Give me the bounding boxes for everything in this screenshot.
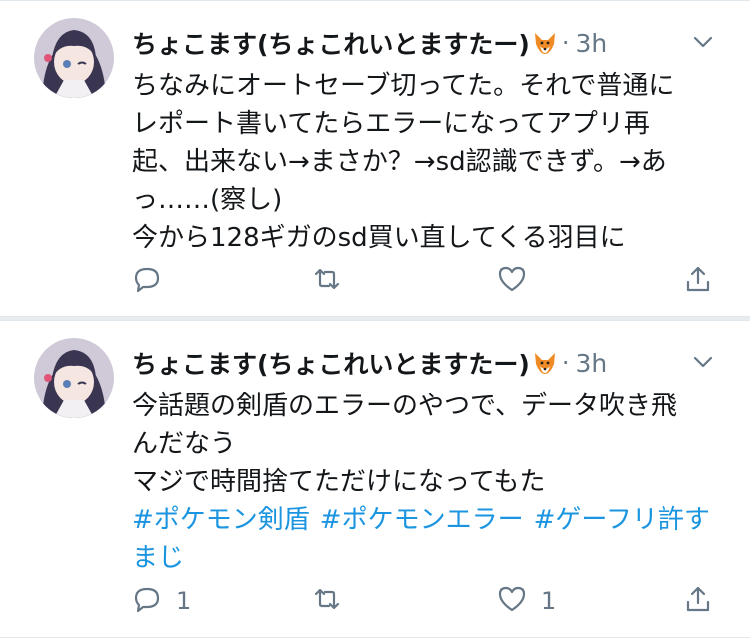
tweet-line: 今話題の剣盾のエラーのやつで、データ吹き飛 (132, 391, 677, 421)
share-icon (683, 584, 713, 618)
author-name[interactable]: ちょこます(ちょこれいとますたー) (132, 25, 530, 61)
share-button[interactable] (683, 583, 713, 619)
tweet-line: っ……(察し) (132, 185, 283, 215)
dot-separator: · (561, 349, 570, 377)
share-icon (683, 264, 713, 298)
tweet-line: ちなみにオートセーブ切ってた。それで普通に (132, 71, 675, 101)
tweet-2[interactable]: ちょこます(ちょこれいとますたー) · 3h 今話題の剣盾のエラーのやつで、デー… (0, 320, 750, 638)
fox-emoji-icon (532, 350, 558, 376)
tweet-line: 今から128ギガのsd買い直してくる羽目に (132, 223, 626, 253)
reply-icon (132, 584, 162, 618)
tweet-line: レポート書いてたらエラーになってアプリ再 (132, 109, 650, 139)
hashtag-line: まじ (132, 539, 732, 577)
like-icon (497, 584, 527, 618)
tweet-line: んだなう (132, 429, 237, 459)
dot-separator: · (561, 29, 570, 57)
hashtag-link-continuation[interactable]: まじ (132, 543, 184, 573)
timestamp[interactable]: 3h (576, 29, 608, 58)
timestamp[interactable]: 3h (576, 349, 608, 378)
author-name[interactable]: ちょこます(ちょこれいとますたー) (132, 345, 530, 381)
caret-down-icon[interactable] (690, 349, 716, 375)
tweet-text: 今話題の剣盾のエラーのやつで、データ吹き飛 んだなう マジで時間捨てただけになっ… (132, 387, 732, 577)
fox-emoji-icon (532, 30, 558, 56)
like-count: 1 (541, 587, 557, 615)
retweet-button[interactable] (312, 263, 342, 299)
avatar[interactable] (34, 338, 114, 418)
tweet-text: ちなみにオートセーブ切ってた。それで普通に レポート書いてたらエラーになってアプ… (132, 67, 732, 257)
like-icon (497, 264, 527, 298)
hashtag-link[interactable]: #ゲーフリ許す (534, 505, 710, 535)
tweet-1[interactable]: ちょこます(ちょこれいとますたー) · 3h ちなみにオートセーブ切ってた。それ… (0, 0, 750, 317)
tweet-line: 起、出来ない→まさか？→sd認識できず。→あ (132, 147, 667, 177)
like-button[interactable]: 1 (497, 583, 556, 619)
tweet-actions: 1 1 (132, 583, 732, 619)
retweet-icon (312, 264, 342, 298)
reply-button[interactable] (132, 263, 162, 299)
tweet-header: ちょこます(ちょこれいとますたー) · 3h (132, 25, 730, 61)
tweet-header: ちょこます(ちょこれいとますたー) · 3h (132, 345, 730, 381)
reply-count: 1 (176, 587, 192, 615)
reply-icon (132, 264, 162, 298)
share-button[interactable] (683, 263, 713, 299)
like-button[interactable] (497, 263, 527, 299)
retweet-icon (312, 584, 342, 618)
tweet-line: マジで時間捨てただけになってもた (132, 467, 546, 497)
retweet-button[interactable] (312, 583, 342, 619)
avatar[interactable] (34, 18, 114, 98)
hashtag-line: #ポケモン剣盾 #ポケモンエラー #ゲーフリ許す (132, 501, 732, 539)
caret-down-icon[interactable] (690, 29, 716, 55)
hashtag-link[interactable]: #ポケモンエラー (320, 505, 524, 535)
tweet-actions (132, 263, 732, 299)
hashtag-link[interactable]: #ポケモン剣盾 (132, 505, 310, 535)
reply-button[interactable]: 1 (132, 583, 191, 619)
